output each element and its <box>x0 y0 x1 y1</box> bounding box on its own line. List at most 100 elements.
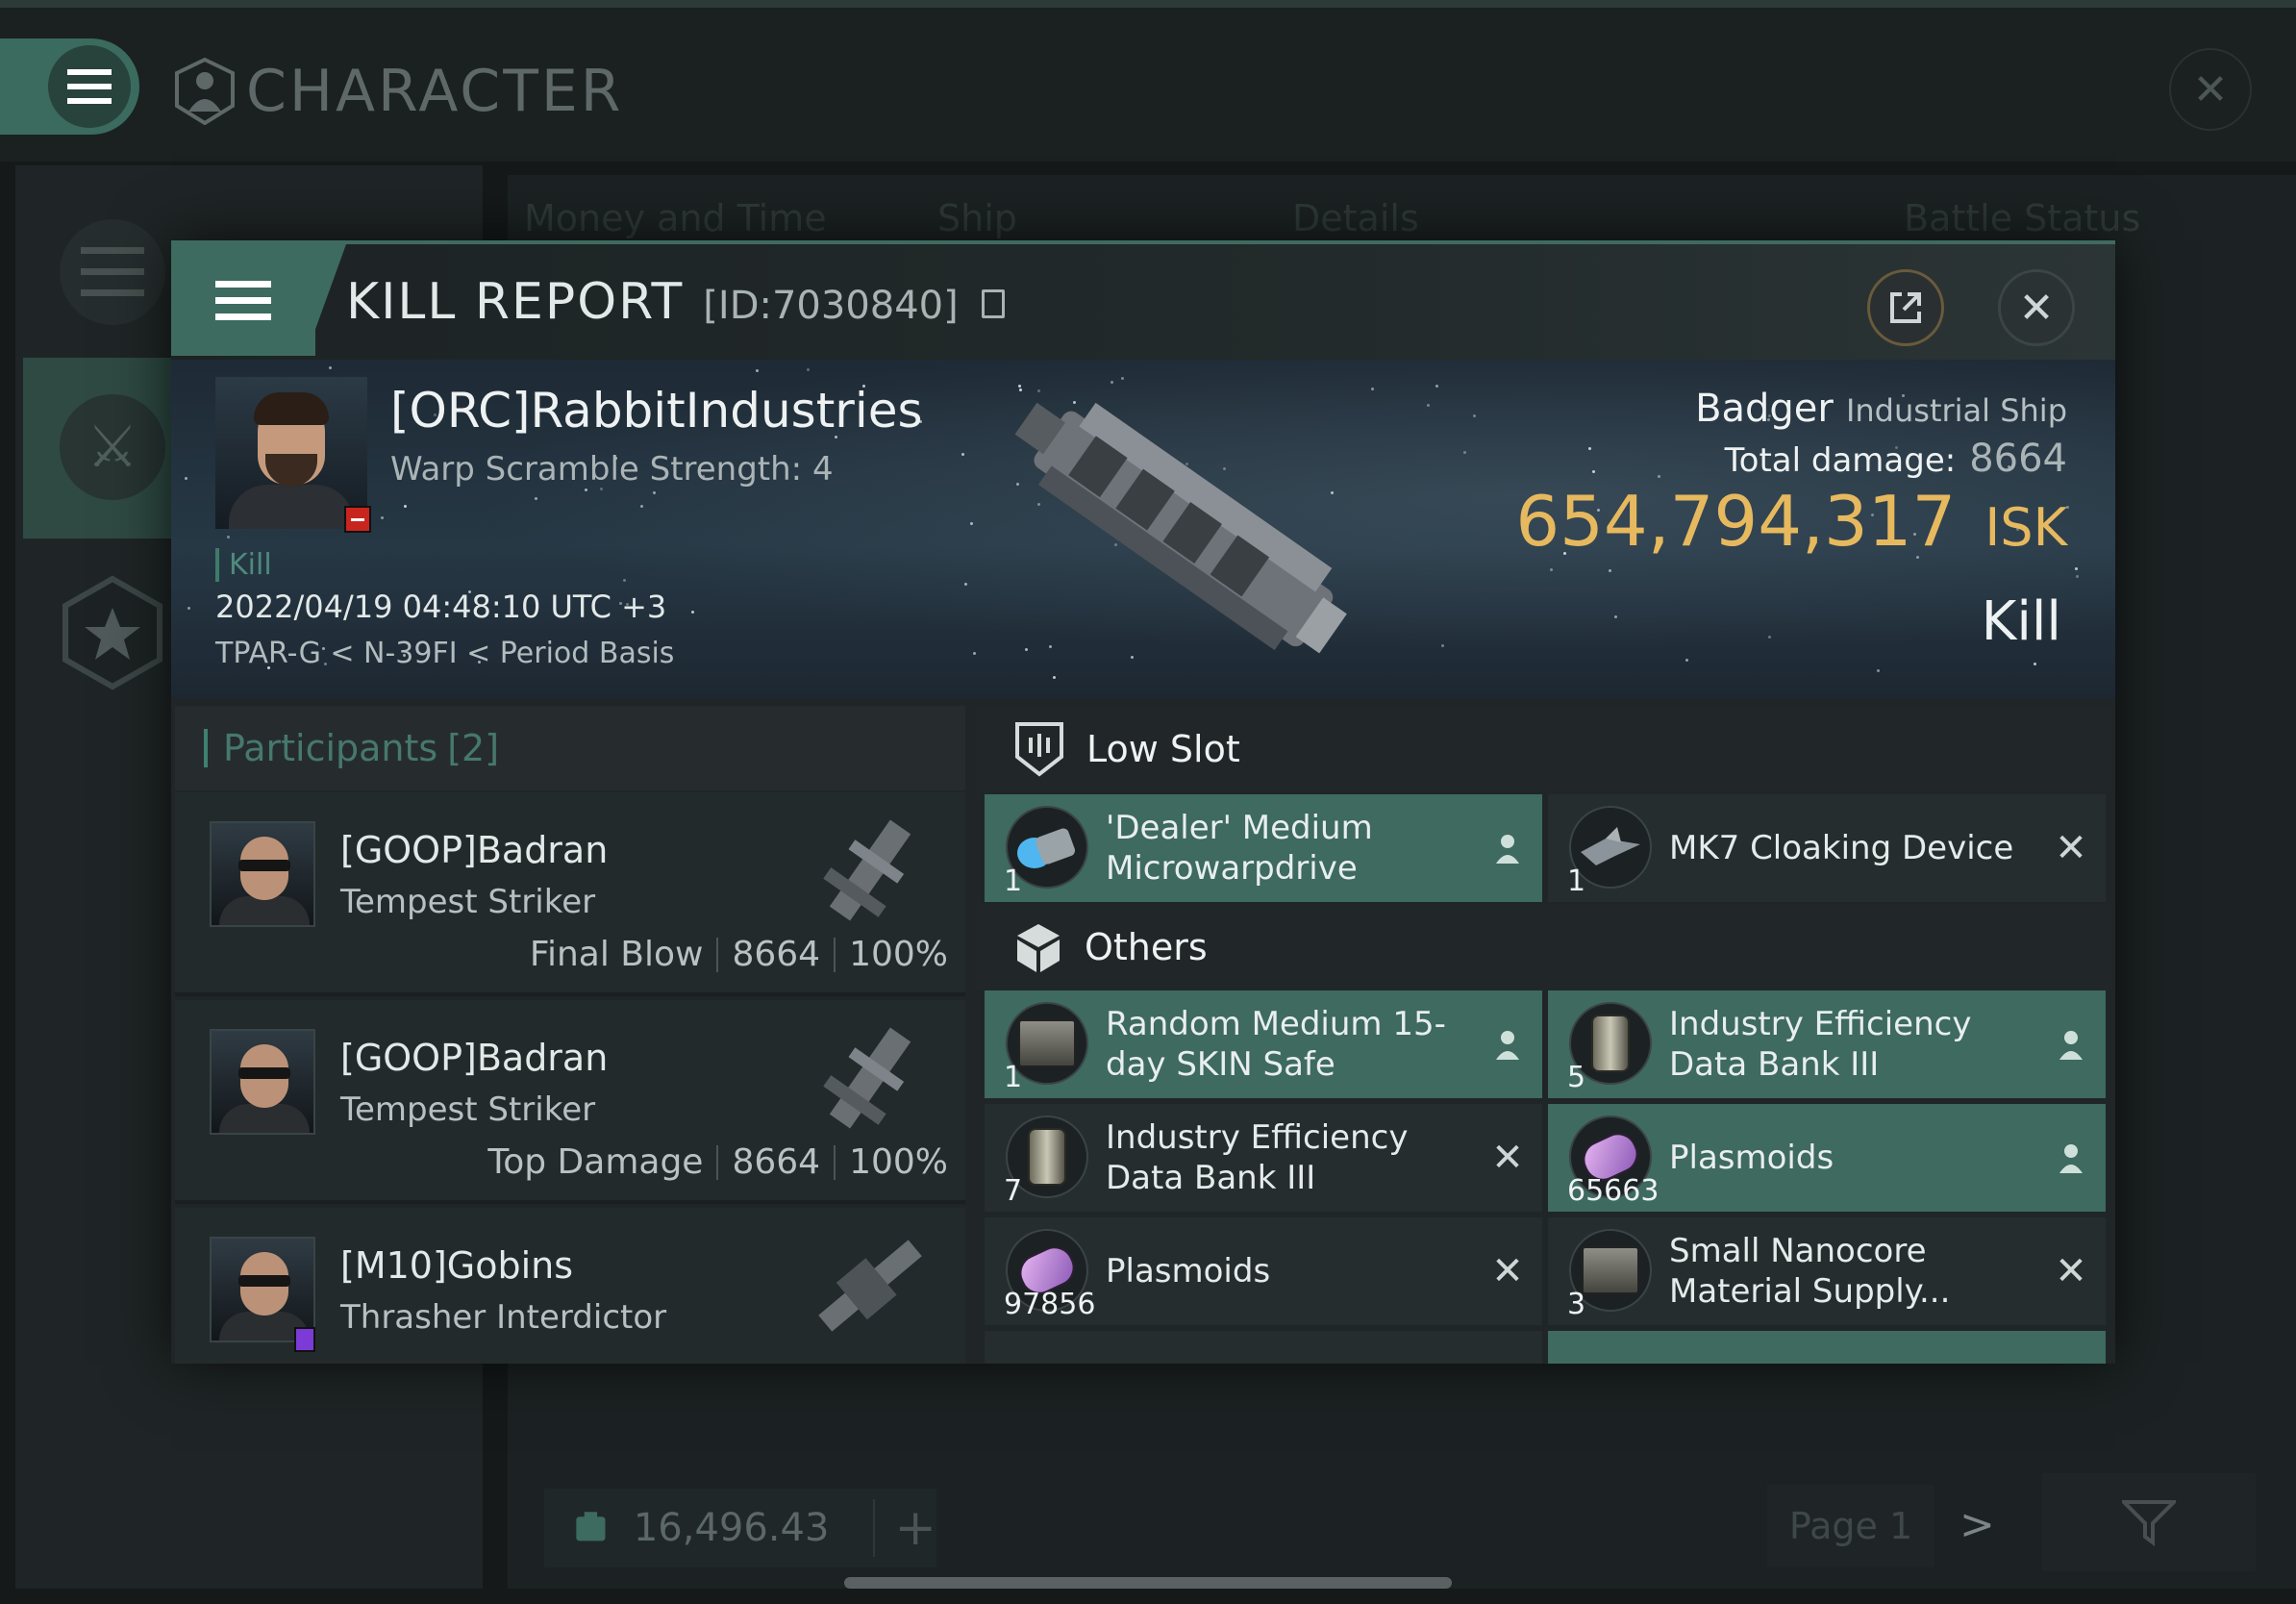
result-tag: Kill <box>215 548 272 582</box>
column-header-money[interactable]: Money and Time <box>524 197 827 239</box>
item-row[interactable]: 7 Industry Efficiency Data Bank III ✕ <box>985 1104 1542 1212</box>
destroyed-x-icon: ✕ <box>2055 826 2087 870</box>
add-funds-button[interactable]: + <box>873 1499 936 1557</box>
participant-name[interactable]: [GOOP]Badran <box>340 829 608 871</box>
participant-portrait[interactable] <box>210 1029 315 1135</box>
ship-render-image <box>1014 402 1347 654</box>
star <box>653 490 657 494</box>
crossed-swords-icon: ⚔ <box>87 414 138 481</box>
others-header: Others <box>975 904 2115 990</box>
column-header-ship[interactable]: Ship <box>937 197 1017 239</box>
warp-scramble-strength: Warp Scramble Strength: 4 <box>390 450 834 489</box>
dropped-person-icon <box>2054 1140 2088 1175</box>
participant-percent: 100% <box>849 935 948 974</box>
window-close-button[interactable]: ✕ <box>2169 48 2252 131</box>
star <box>1608 568 1611 572</box>
participant-ship-image <box>823 1027 911 1129</box>
destroyed-x-icon: ✕ <box>2055 1249 2087 1293</box>
participant-ship-image <box>818 1240 922 1332</box>
share-button[interactable] <box>1867 269 1944 346</box>
item-row[interactable]: 1 'Dealer' Medium Microwarpdrive <box>985 794 1542 902</box>
low-slot-header: Low Slot <box>975 706 2115 792</box>
item-row[interactable]: 1 Random Medium 15-day SKIN Safe <box>985 990 1542 1098</box>
participant-role: Final Blow <box>529 935 704 974</box>
item-name: Plasmoids <box>1106 1252 1271 1291</box>
copy-icon[interactable] <box>981 289 1005 318</box>
participants-count: [2] <box>447 727 500 769</box>
star <box>381 515 385 519</box>
star <box>187 607 190 611</box>
top-strip <box>0 0 2296 8</box>
dropped-person-icon <box>2054 1027 2088 1062</box>
participant-damage: 8664 <box>732 1142 821 1182</box>
ship-name[interactable]: Badger <box>1695 387 1834 431</box>
item-row[interactable]: 1 MK7 Cloaking Device ✕ <box>1548 794 2106 902</box>
item-row[interactable]: 5 Industry Efficiency Data Bank III <box>1548 990 2106 1098</box>
participant-row[interactable]: [M10]Gobins Thrasher Interdictor <box>175 1208 965 1364</box>
item-quantity: 1 <box>1004 1061 1023 1094</box>
star <box>1614 615 1618 619</box>
next-page-button[interactable]: > <box>1959 1500 1995 1549</box>
total-damage: Total damage: 8664 <box>1725 437 2067 481</box>
star <box>328 366 332 370</box>
item-row[interactable]: 65663 Plasmoids <box>1548 1104 2106 1212</box>
item-row-partial[interactable] <box>985 1331 1542 1364</box>
item-quantity: 7 <box>1004 1174 1023 1208</box>
page-indicator: Page 1 <box>1767 1485 1934 1567</box>
kill-id: [ID:7030840] <box>703 284 959 328</box>
star-badge-icon <box>62 575 162 690</box>
cube-icon <box>1017 924 1060 972</box>
kill-report-dialog: KILL REPORT [ID:7030840] ✕ [ORC]RabbitIn… <box>171 240 2115 1364</box>
participant-name[interactable]: [M10]Gobins <box>340 1244 573 1287</box>
dialog-close-button[interactable]: ✕ <box>1998 269 2075 346</box>
wallet-value: 16,496.43 <box>633 1506 830 1550</box>
item-name: Industry Efficiency Data Bank III <box>1669 1005 1972 1084</box>
participant-row[interactable]: [GOOP]Badran Tempest Striker Top Damage … <box>175 1000 965 1204</box>
item-name: 'Dealer' Medium Microwarpdrive <box>1106 809 1373 888</box>
standing-badge-red <box>344 506 371 533</box>
item-name: Plasmoids <box>1669 1139 1834 1177</box>
item-row[interactable]: 97856 Plasmoids ✕ <box>985 1217 1542 1325</box>
star <box>961 452 964 456</box>
window-title-text: CHARACTER <box>246 58 624 125</box>
star <box>807 368 811 372</box>
star <box>1768 635 1772 639</box>
star <box>1462 451 1466 455</box>
character-icon <box>175 58 235 125</box>
sidebar-item-favorites[interactable] <box>60 575 165 690</box>
dropped-person-icon <box>1490 831 1525 865</box>
item-quantity: 1 <box>1004 865 1023 898</box>
star <box>639 504 643 508</box>
wallet-icon <box>576 1512 606 1541</box>
dialog-menu-button[interactable] <box>171 244 315 356</box>
victim-name[interactable]: [ORC]RabbitIndustries <box>390 383 923 439</box>
star <box>1435 385 1438 388</box>
participant-name[interactable]: [GOOP]Badran <box>340 1037 608 1079</box>
ship-type-line: Badger Industrial Ship <box>1695 387 2067 431</box>
star <box>1591 469 1595 473</box>
sidebar-item-killmails[interactable]: ⚔ <box>60 394 165 500</box>
filter-button[interactable] <box>2042 1473 2256 1571</box>
participant-row[interactable]: [GOOP]Badran Tempest Striker Final Blow … <box>175 792 965 996</box>
participant-stats: Top Damage 8664 100% <box>487 1142 948 1182</box>
star <box>1549 568 1553 572</box>
item-quantity: 97856 <box>1004 1288 1096 1321</box>
column-header-details[interactable]: Details <box>1292 197 1419 239</box>
star <box>963 582 967 586</box>
external-link-icon <box>1890 292 1921 323</box>
chevron-right-icon: > <box>1959 1500 1995 1549</box>
kill-location[interactable]: TPAR-G < N-39FI < Period Basis <box>215 637 674 670</box>
main-menu-button[interactable] <box>0 38 139 135</box>
column-header-battle-status[interactable]: Battle Status <box>1904 197 2140 239</box>
participant-portrait[interactable] <box>210 821 315 927</box>
result-label: Kill <box>1981 590 2061 653</box>
item-row-partial[interactable] <box>1548 1331 2106 1364</box>
star <box>756 369 760 373</box>
sidebar-menu-button[interactable] <box>60 219 165 325</box>
participant-percent: 100% <box>849 1142 948 1182</box>
star <box>2075 575 2079 578</box>
participant-damage: 8664 <box>732 935 821 974</box>
star <box>2074 566 2078 570</box>
item-row[interactable]: 3 Small Nanocore Material Supply... ✕ <box>1548 1217 2106 1325</box>
low-slot-icon <box>1015 722 1063 777</box>
